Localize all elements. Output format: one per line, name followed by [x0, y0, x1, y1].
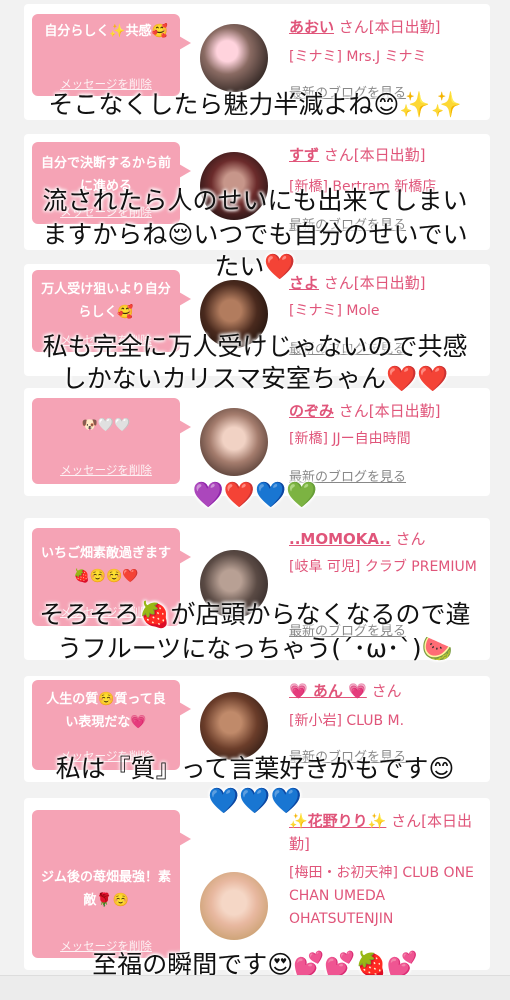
overlay-hearts: 💜❤️💙💚 [192, 480, 318, 509]
cast-status: さん[本日出勤] [334, 18, 441, 36]
overlay-caption: 流されたら人のせいにも出来てしまい [42, 186, 468, 215]
shop-info: [ミナミ] Mrs.J ミナミ [289, 49, 427, 65]
overlay-caption: 私は『質』って言葉好きかもです😊 [55, 754, 455, 783]
cast-name-line: 💗 あん 💗 さん [289, 680, 484, 703]
message-text: ジム後の苺畑最強！素敵🌹☺️ [40, 870, 171, 908]
overlay-hearts: 💙💙💙 [208, 786, 302, 815]
avatar[interactable] [200, 24, 268, 92]
overlay-caption: そろそろ🍓が店頭からなくなるので違 [39, 600, 471, 629]
avatar[interactable] [200, 872, 268, 940]
cast-name-link[interactable]: すず [289, 146, 319, 164]
avatar[interactable] [200, 692, 268, 760]
cast-name-link[interactable]: 💗 あん 💗 [289, 682, 367, 700]
overlay-caption: 私も完全に万人受けじゃないので共感 [42, 332, 468, 361]
shop-info: [岐阜 可児] クラブ PREMIUM [289, 559, 477, 575]
cast-status: さん [390, 530, 426, 548]
cast-name-line: のぞみ さん[本日出勤] [289, 400, 484, 423]
shop-info: [ミナミ] Mole [289, 303, 380, 319]
overlay-caption: しかないカリスマ安室ちゃん❤️❤️ [61, 364, 449, 393]
message-bubble: 自分らしく✨共感🥰 メッセージを削除 [32, 14, 191, 96]
cast-status: さん[本日出勤] [319, 146, 426, 164]
message-bubble: ジム後の苺畑最強！素敵🌹☺️ メッセージを削除 [32, 810, 191, 958]
delete-message-link[interactable]: メッセージを削除 [32, 462, 180, 478]
cast-name-line: すず さん[本日出勤] [289, 144, 484, 167]
message-text: 人生の質☺️質って良い表現だな💗 [46, 692, 166, 730]
cast-name-link[interactable]: ..MOMOKA.. [289, 530, 391, 548]
overlay-caption: たい❤️ [214, 252, 296, 281]
shop-info: [新小岩] CLUB M. [289, 713, 405, 729]
cast-status: さん [366, 682, 402, 700]
cast-name-link[interactable]: のぞみ [289, 402, 334, 420]
shop-info: [新橋] JJー自由時間 [289, 431, 411, 447]
message-card: ジム後の苺畑最強！素敵🌹☺️ メッセージを削除 ✨花野りり✨ さん[本日出勤] … [24, 798, 490, 970]
message-text: いちご畑素敵過ぎます🍓☺️☺️❤️ [40, 546, 171, 584]
cast-name-line: ..MOMOKA.. さん [289, 528, 484, 551]
overlay-caption: うフルーツになっちゃう(´･ω･`)🍉 [57, 634, 453, 663]
bottom-toolbar [0, 975, 510, 1000]
cast-name-link[interactable]: あおい [289, 18, 334, 36]
overlay-caption: そこなくしたら魅力半減よね😊✨✨ [48, 90, 462, 119]
message-text: 自分らしく✨共感🥰 [44, 24, 168, 39]
shop-info: [梅田・お初天神] CLUB ONE CHAN UMEDA OHATSUTENJ… [289, 865, 474, 927]
message-bubble: 🐶🤍🤍 メッセージを削除 [32, 398, 191, 484]
cast-status: さん[本日出勤] [334, 402, 441, 420]
overlay-caption: ますからね😌いつでも自分のせいでい [42, 220, 468, 249]
cast-name-line: あおい さん[本日出勤] [289, 16, 484, 39]
avatar[interactable] [200, 408, 268, 476]
message-text: 🐶🤍🤍 [81, 418, 131, 433]
